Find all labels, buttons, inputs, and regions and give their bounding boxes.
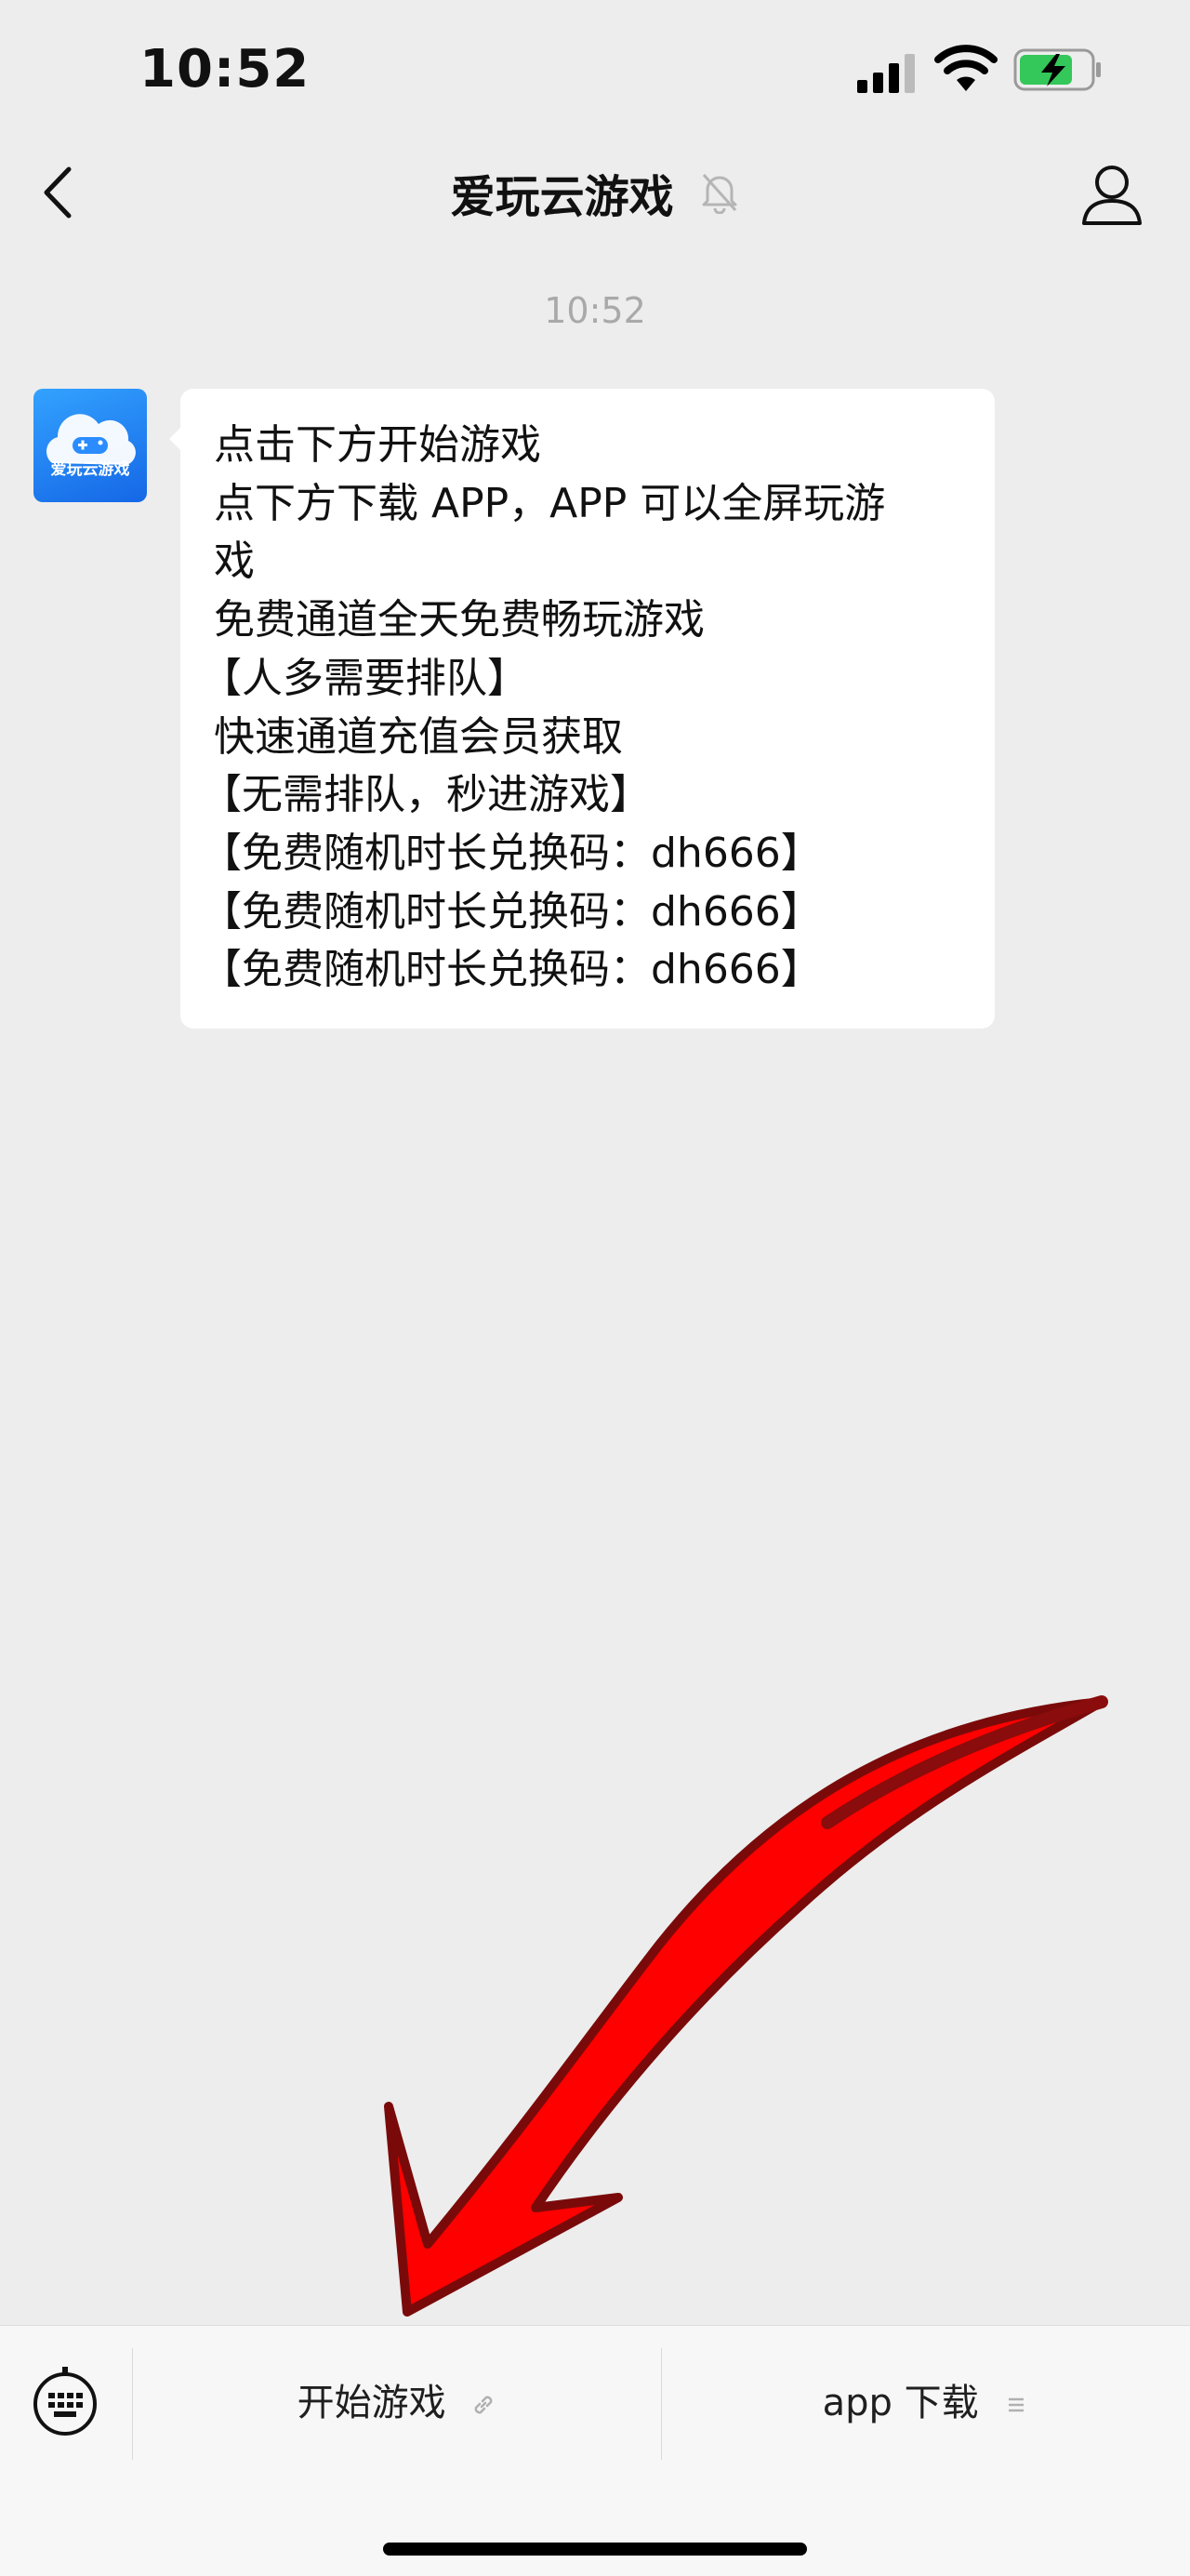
profile-icon[interactable] — [1078, 158, 1145, 229]
chat-title-text: 爱玩云游戏 — [450, 171, 674, 223]
mute-bell-icon — [702, 173, 737, 214]
status-bar: 10:52 — [0, 0, 1190, 139]
home-indicator[interactable] — [383, 2543, 807, 2556]
red-arrow-icon — [384, 1695, 1108, 2317]
menu-lines-icon — [1009, 2397, 1025, 2412]
official-account-avatar[interactable]: 爱玩云游戏 — [33, 389, 147, 502]
keyboard-icon[interactable] — [32, 2365, 99, 2437]
bottom-menu-bar: 开始游戏 app 下载 — [0, 2325, 1190, 2576]
message-line: 点下方下载 APP，APP 可以全屏玩游 — [214, 479, 886, 527]
cellular-signal-icon — [857, 54, 915, 93]
message-line: 【免费随机时长兑换码：dh666】 — [201, 829, 822, 877]
message-bubble[interactable]: 点击下方开始游戏 点下方下载 APP，APP 可以全屏玩游 戏 免费通道全天免费… — [180, 389, 995, 1029]
message-line: 【免费随机时长兑换码：dh666】 — [201, 946, 822, 994]
nav-bar: 爱玩云游戏 — [0, 139, 1190, 251]
cloud-gamepad-icon — [46, 414, 136, 465]
menu-item-label: app 下载 — [822, 2382, 979, 2424]
message-line: 【人多需要排队】 — [201, 654, 528, 702]
message-line: 免费通道全天免费畅玩游戏 — [214, 596, 705, 644]
chat-title: 爱玩云游戏 — [0, 160, 1190, 225]
battery-charging-icon — [1013, 48, 1101, 91]
menu-item-label: 开始游戏 — [297, 2382, 446, 2424]
link-icon — [474, 2396, 493, 2414]
wifi-icon — [934, 45, 998, 91]
message-text: 点击下方开始游戏 点下方下载 APP，APP 可以全屏玩游 戏 免费通道全天免费… — [201, 417, 985, 1000]
avatar-label: 爱玩云游戏 — [50, 460, 130, 479]
message-line: 戏 — [214, 538, 255, 586]
menu-item-start-game[interactable]: 开始游戏 — [133, 2363, 661, 2443]
message-line: 【免费随机时长兑换码：dh666】 — [201, 887, 822, 936]
message-line: 快速通道充值会员获取 — [214, 712, 623, 761]
message-timestamp: 10:52 — [544, 290, 646, 331]
message-line: 点击下方开始游戏 — [214, 421, 541, 469]
message-line: 【无需排队，秒进游戏】 — [201, 771, 651, 819]
status-time: 10:52 — [139, 39, 311, 100]
menu-item-app-download[interactable]: app 下载 — [662, 2363, 1190, 2443]
